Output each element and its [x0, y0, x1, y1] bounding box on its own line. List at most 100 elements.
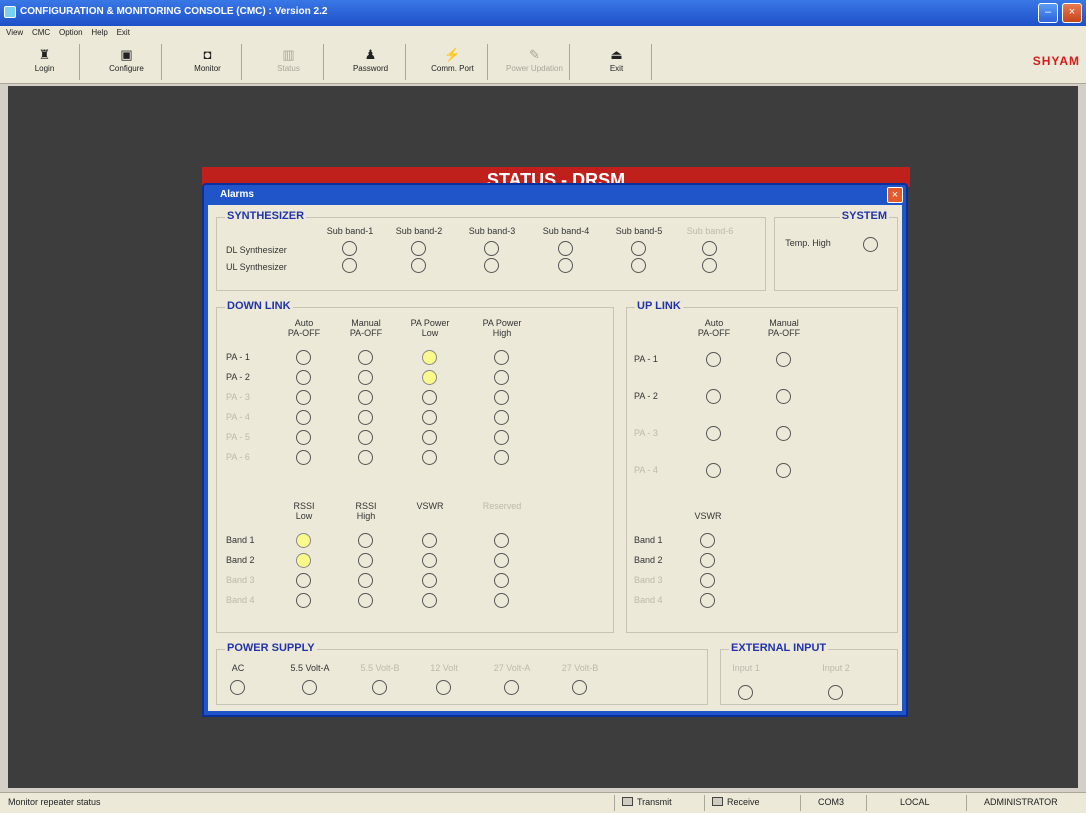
uplink-vswr-indicator — [700, 573, 715, 588]
power-supply-label: 27 Volt-B — [561, 663, 599, 673]
toolbar-comm-port-button[interactable]: ⚡ Comm. Port — [418, 44, 488, 80]
power-supply-indicator — [572, 680, 587, 695]
uplink-pa-indicator — [776, 426, 791, 441]
close-window-button[interactable]: × — [1062, 3, 1082, 23]
brand-logo: SHYAM — [1032, 54, 1080, 68]
uplink-column-label: PA-OFF — [767, 328, 801, 338]
power-supply-indicator — [436, 680, 451, 695]
user-status: ADMINISTRATOR — [984, 797, 1058, 807]
uplink-title: UP LINK — [635, 300, 683, 312]
transmit-label: Transmit — [637, 797, 672, 807]
menu-exit[interactable]: Exit — [117, 26, 130, 40]
downlink-band-indicator — [358, 533, 373, 548]
toolbar-password-button[interactable]: ♟ Password — [336, 44, 406, 80]
toolbar-label: Status — [277, 64, 300, 73]
power-updation-icon: ✎ — [529, 47, 540, 62]
status-divider — [704, 795, 705, 811]
monitor-icon: ◘ — [203, 47, 212, 62]
downlink-pa-indicator — [422, 450, 437, 465]
downlink-pa-indicator — [494, 410, 509, 425]
status-divider — [800, 795, 801, 811]
synth-indicator — [631, 258, 646, 273]
synth-row-label: DL Synthesizer — [226, 245, 287, 255]
synth-column-label: Sub band-3 — [468, 226, 516, 236]
uplink-pa-label: PA - 1 — [634, 354, 658, 364]
uplink-column-label: Manual — [769, 318, 799, 328]
comm-port-icon: ⚡ — [444, 47, 461, 62]
downlink-pa-label: PA - 4 — [226, 412, 250, 422]
power-supply-label: 5.5 Volt-B — [360, 663, 400, 673]
toolbar-label: Password — [352, 64, 389, 73]
app-icon — [4, 6, 16, 18]
menu-help[interactable]: Help — [91, 26, 107, 40]
external-input-label: Input 2 — [822, 663, 850, 673]
minimize-button[interactable]: – — [1038, 3, 1058, 23]
status-divider — [966, 795, 967, 811]
downlink-band-indicator — [358, 553, 373, 568]
downlink-pa-label: PA - 5 — [226, 432, 250, 442]
downlink-pa-indicator — [296, 390, 311, 405]
downlink-pa-indicator — [422, 430, 437, 445]
uplink-column-label: PA-OFF — [697, 328, 731, 338]
downlink-band-indicator — [296, 533, 311, 548]
toolbar-label: Monitor — [194, 64, 221, 73]
downlink-band-indicator — [296, 553, 311, 568]
downlink-pa-label: PA - 6 — [226, 452, 250, 462]
synthesizer-title: SYNTHESIZER — [225, 210, 307, 222]
uplink-pa-label: PA - 4 — [634, 465, 658, 475]
toolbar-monitor-button[interactable]: ◘ Monitor — [174, 44, 242, 80]
downlink-column-label: PA-OFF — [349, 328, 383, 338]
toolbar-status-button[interactable]: ▥ Status — [254, 44, 324, 80]
toolbar-login-button[interactable]: ♜ Login — [10, 44, 80, 80]
synth-indicator — [558, 258, 573, 273]
toolbar-label: Login — [34, 64, 55, 73]
downlink-pa-indicator — [494, 450, 509, 465]
downlink-column-label: PA Power — [482, 318, 522, 328]
menu-bar: View CMC Option Help Exit — [0, 26, 1086, 40]
downlink-pa-indicator — [494, 350, 509, 365]
exit-icon: ⏏ — [610, 47, 623, 62]
toolbar-exit-button[interactable]: ⏏ Exit — [582, 44, 652, 80]
downlink-pa-label: PA - 2 — [226, 372, 250, 382]
alarms-close-button[interactable]: × — [887, 187, 903, 203]
downlink-band-indicator — [494, 553, 509, 568]
status-divider — [614, 795, 615, 811]
uplink-band-label: Band 2 — [634, 555, 663, 565]
toolbar-configure-button[interactable]: ▣ Configure — [92, 44, 162, 80]
downlink-band-label: Band 1 — [226, 535, 255, 545]
downlink-title: DOWN LINK — [225, 300, 293, 312]
downlink-band-indicator — [358, 593, 373, 608]
downlink-column-label: PA-OFF — [287, 328, 321, 338]
toolbar-label: Power Updation — [506, 64, 563, 73]
downlink-band-column-label: RSSI — [293, 501, 315, 511]
menu-option[interactable]: Option — [59, 26, 83, 40]
downlink-pa-indicator — [422, 390, 437, 405]
downlink-pa-indicator — [494, 430, 509, 445]
system-group: SYSTEM — [774, 210, 898, 291]
synth-column-label: Sub band-1 — [326, 226, 374, 236]
downlink-band-column-label: Reserved — [482, 501, 522, 511]
downlink-pa-indicator — [494, 370, 509, 385]
power-supply-label: 5.5 Volt-A — [290, 663, 330, 673]
downlink-pa-indicator — [358, 410, 373, 425]
toolbar-label: Configure — [109, 64, 144, 73]
downlink-pa-indicator — [494, 390, 509, 405]
synth-indicator — [342, 241, 357, 256]
uplink-band-label: Band 4 — [634, 595, 663, 605]
uplink-pa-indicator — [706, 352, 721, 367]
status-bar: Monitor repeater status Transmit Receive… — [0, 792, 1086, 813]
downlink-column-label: Manual — [351, 318, 381, 328]
downlink-band-indicator — [296, 573, 311, 588]
power-supply-label: 12 Volt — [430, 663, 458, 673]
menu-cmc[interactable]: CMC — [32, 26, 50, 40]
uplink-pa-indicator — [706, 463, 721, 478]
power-supply-label: 27 Volt-A — [493, 663, 531, 673]
power-supply-indicator — [372, 680, 387, 695]
synth-indicator — [411, 258, 426, 273]
toolbar-power-updation-button[interactable]: ✎ Power Updation — [500, 44, 570, 80]
menu-view[interactable]: View — [6, 26, 23, 40]
uplink-vswr-indicator — [700, 553, 715, 568]
external-input-title: EXTERNAL INPUT — [729, 642, 829, 654]
alarms-dialog: Alarms × SYNTHESIZER SYSTEM DOWN LINK UP… — [202, 183, 908, 717]
window-title: CONFIGURATION & MONITORING CONSOLE (CMC)… — [20, 6, 328, 17]
